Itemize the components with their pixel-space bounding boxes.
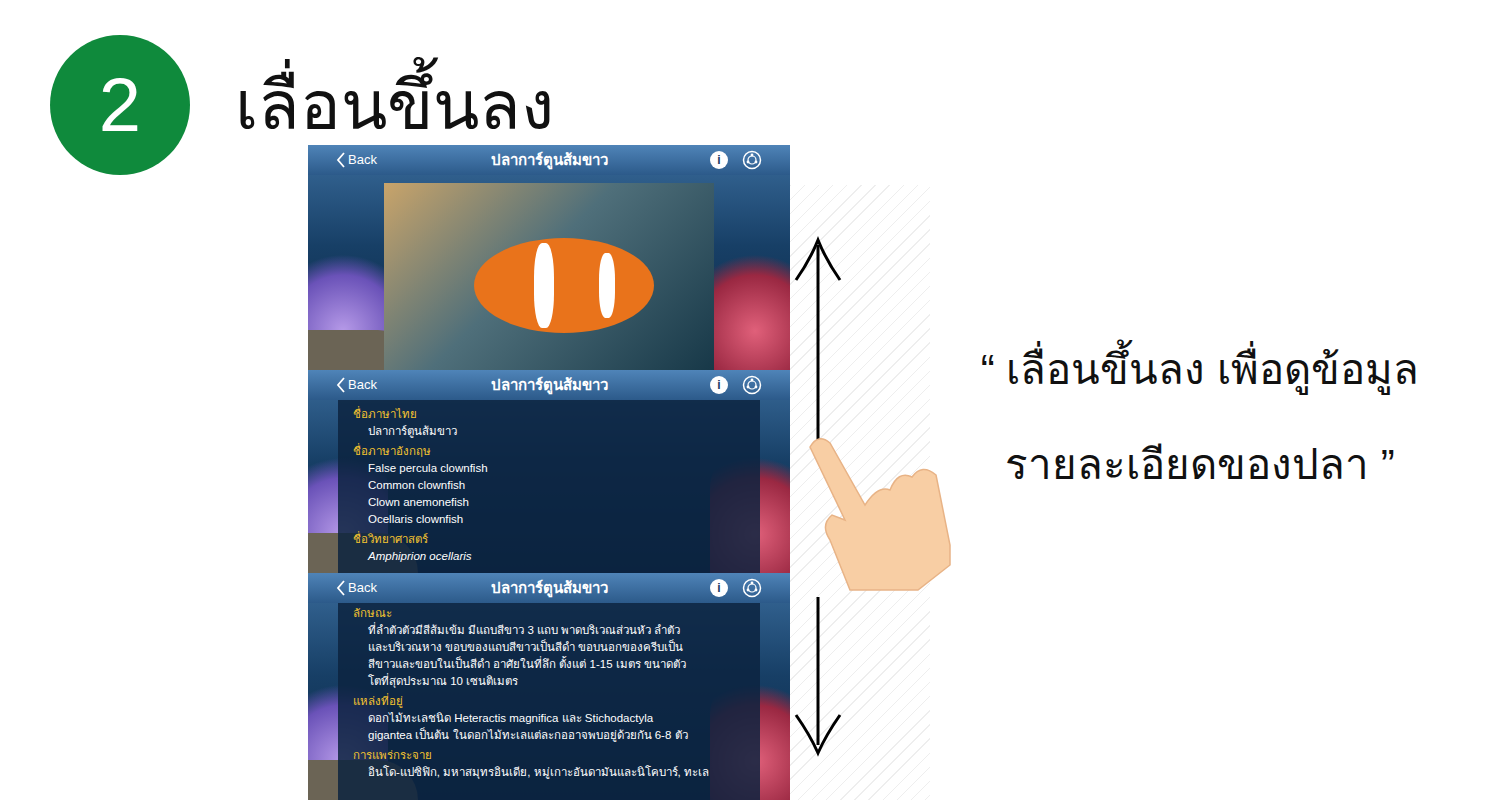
section-heading: ลักษณะ [353, 605, 745, 622]
swipe-gesture-icon [790, 185, 950, 800]
info-button[interactable]: i [710, 579, 728, 597]
detail-section: ชื่อภาษาอังกฤษFalse percula clownfishCom… [353, 443, 745, 528]
step-number: 2 [50, 35, 190, 175]
app-header: Backปลาการ์ตูนส้มขาว i [308, 370, 790, 400]
app-screen[interactable]: Backปลาการ์ตูนส้มขาว i ลักษณะที่ลำตัวตัวมี… [308, 573, 790, 800]
section-line: Ocellaris clownfish [353, 511, 745, 528]
app-screen[interactable]: Backปลาการ์ตูนส้มขาวiชื่อภาษาไทยปลาการ์ต… [308, 370, 790, 573]
info-button[interactable]: i [710, 151, 728, 169]
section-heading: ชื่อวิทยาศาสตร์ [353, 531, 745, 548]
screen-title: ปลาการ์ตูนส้มขาว [483, 577, 616, 600]
app-screen[interactable]: Backปลาการ์ตูนส้มขาว i [308, 145, 790, 370]
section-heading: ชื่อภาษาอังกฤษ [353, 443, 745, 460]
section-line: อินโด-แปซิฟิก, มหาสมุทรอินเดีย, หมู่เกาะ… [353, 764, 745, 781]
section-line: โตที่สุดประมาณ 10 เซนติเมตร [353, 673, 745, 690]
chevron-left-icon [336, 152, 346, 168]
section-line: Amphiprion ocellaris [353, 548, 745, 565]
section-heading: การแพร่กระจาย [353, 747, 745, 764]
section-line: ที่ลำตัวตัวมีสีส้มเข้ม มีแถบสีขาว 3 แถบ … [353, 622, 745, 639]
app-header: Backปลาการ์ตูนส้มขาว i [308, 145, 790, 175]
back-button[interactable]: Back [336, 578, 483, 598]
app-header: Backปลาการ์ตูนส้มขาว i [308, 573, 790, 603]
caption: “ เลื่อนขึ้นลง เพื่อดูข้อมูลรายละเอียดขอ… [935, 145, 1465, 800]
details-panel: ชื่อภาษาไทยปลาการ์ตูนส้มขาวชื่อภาษาอังกฤ… [338, 400, 760, 573]
emblem-icon[interactable] [742, 150, 762, 170]
screens-stack: Backปลาการ์ตูนส้มขาวiBackปลาการ์ตูนส้มขา… [308, 145, 790, 800]
info-button[interactable]: i [710, 376, 728, 394]
section-line: Clown anemonefish [353, 494, 745, 511]
chevron-left-icon [336, 580, 346, 596]
emblem-icon[interactable] [742, 578, 762, 598]
section-line: Common clownfish [353, 477, 745, 494]
emblem-icon[interactable] [742, 375, 762, 395]
slide: 2เลื่อนขึ้นลงBackปลาการ์ตูนส้มขาวiBackปล… [0, 0, 1500, 800]
caption-line: “ เลื่อนขึ้นลง เพื่อดูข้อมูล [981, 322, 1419, 417]
step-title: เลื่อนขึ้นลง [235, 61, 554, 149]
detail-section: แหล่งที่อยู่ดอกไม้ทะเลชนิด Heteractis ma… [353, 693, 745, 744]
section-line: ปลาการ์ตูนส้มขาว [353, 423, 745, 440]
anemone-right [710, 240, 790, 370]
section-line: และบริเวณหาง ขอบของแถบสีขาวเป็นสีดำ ขอบน… [353, 639, 745, 656]
section-heading: แหล่งที่อยู่ [353, 693, 745, 710]
section-line: gigantea เป็นต้น ในดอกไม้ทะเลแต่ละกออาจพ… [353, 727, 745, 744]
screen-title: ปลาการ์ตูนส้มขาว [483, 149, 616, 172]
section-line: False percula clownfish [353, 460, 745, 477]
details-panel: ลักษณะที่ลำตัวตัวมีสีส้มเข้ม มีแถบสีขาว … [338, 603, 760, 800]
detail-section: ชื่อวิทยาศาสตร์Amphiprion ocellaris [353, 531, 745, 565]
back-button[interactable]: Back [336, 150, 483, 170]
detail-section: ชื่อภาษาไทยปลาการ์ตูนส้มขาว [353, 406, 745, 440]
gesture-area [790, 185, 930, 800]
detail-section: ลักษณะที่ลำตัวตัวมีสีส้มเข้ม มีแถบสีขาว … [353, 605, 745, 690]
section-line: สีขาวและขอบในเป็นสีดำ อาศัยในที่ลึก ตั้ง… [353, 656, 745, 673]
chevron-left-icon [336, 377, 346, 393]
caption-line: รายละเอียดของปลา ” [1005, 417, 1395, 512]
screen-title: ปลาการ์ตูนส้มขาว [483, 374, 616, 397]
section-heading: ชื่อภาษาไทย [353, 406, 745, 423]
fish-photo [384, 183, 714, 370]
detail-section: การแพร่กระจายอินโด-แปซิฟิก, มหาสมุทรอินเ… [353, 747, 745, 781]
back-button[interactable]: Back [336, 375, 483, 395]
section-line: ดอกไม้ทะเลชนิด Heteractis magnifica และ … [353, 710, 745, 727]
